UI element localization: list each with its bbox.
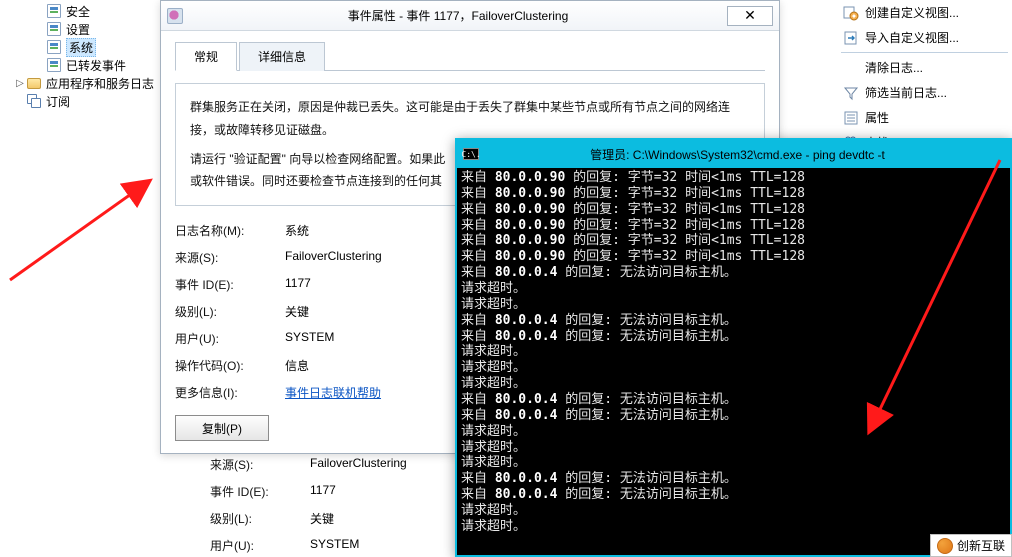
prop-key: 更多信息(I): [175, 384, 285, 401]
dialog-title: 事件属性 - 事件 1177，FailoverClustering [189, 7, 727, 24]
cmd-window: C:\. 管理员: C:\Windows\System32\cmd.exe - … [455, 138, 1012, 557]
filter-icon [843, 85, 859, 101]
svg-text:✦: ✦ [851, 12, 858, 21]
prop-value: SYSTEM [285, 330, 334, 347]
action-create-custom-view[interactable]: ✦ 创建自定义视图... [837, 0, 1012, 25]
action-label: 创建自定义视图... [865, 4, 959, 21]
action-import-custom-view[interactable]: 导入自定义视图... [837, 25, 1012, 50]
log-icon [46, 4, 62, 18]
tree-item-system[interactable]: ▶ 系统 [0, 38, 170, 56]
cmd-titlebar[interactable]: C:\. 管理员: C:\Windows\System32\cmd.exe - … [457, 140, 1010, 168]
log-icon [46, 22, 62, 36]
left-tree: ▶ 安全 ▶ 设置 ▶ 系统 ▶ 已转发事件 ▷ 应用程序和服务日志 订阅 [0, 0, 170, 110]
expander-icon[interactable]: ▷ [14, 78, 26, 89]
tree-label: 应用程序和服务日志 [46, 75, 154, 92]
dialog-icon [167, 8, 183, 24]
tree-label: 设置 [66, 21, 90, 38]
create-view-icon: ✦ [843, 5, 859, 21]
prop-value: 信息 [285, 357, 309, 374]
folder-icon [26, 76, 42, 90]
action-label: 导入自定义视图... [865, 29, 959, 46]
prop-key: 用户(U): [175, 330, 285, 347]
prop-value: 1177 [285, 276, 311, 293]
action-clear-log[interactable]: 清除日志... [837, 55, 1012, 80]
action-label: 属性 [865, 109, 889, 126]
tree-label: 已转发事件 [66, 57, 126, 74]
tree-item-settings[interactable]: ▶ 设置 [0, 20, 170, 38]
watermark: 创新互联 [930, 534, 1012, 557]
watermark-text: 创新互联 [957, 537, 1005, 554]
tree-item-subscriptions[interactable]: 订阅 [0, 92, 170, 110]
desc-line: 群集服务正在关闭，原因是仲裁已丢失。这可能是由于丢失了群集中某些节点或所有节点之… [190, 96, 750, 142]
event-help-link[interactable]: 事件日志联机帮助 [285, 386, 381, 400]
tab-details[interactable]: 详细信息 [239, 42, 325, 71]
prop-key: 用户(U): [176, 537, 286, 554]
tree-item-appservlogs[interactable]: ▷ 应用程序和服务日志 [0, 74, 170, 92]
action-label: 筛选当前日志... [865, 84, 947, 101]
tab-general[interactable]: 常规 [175, 42, 237, 71]
prop-value: FailoverClustering [286, 456, 407, 473]
prop-key: 级别(L): [175, 303, 285, 320]
log-icon [46, 58, 62, 72]
action-properties[interactable]: 属性 [837, 105, 1012, 130]
prop-value: 1177 [286, 483, 336, 500]
tree-label: 安全 [66, 3, 90, 20]
cmd-title: 管理员: C:\Windows\System32\cmd.exe - ping … [485, 146, 1010, 163]
tree-label: 系统 [66, 38, 96, 57]
tree-label: 订阅 [46, 93, 70, 110]
watermark-icon [937, 538, 953, 554]
tree-item-forwarded[interactable]: ▶ 已转发事件 [0, 56, 170, 74]
copy-button[interactable]: 复制(P) [175, 415, 269, 441]
actions-pane: ✦ 创建自定义视图... 导入自定义视图... 清除日志... 筛选当前日志..… [837, 0, 1012, 155]
cmd-icon: C:\. [463, 148, 479, 160]
prop-value: 关键 [285, 303, 309, 320]
prop-key: 来源(S): [175, 249, 285, 266]
prop-value: SYSTEM [286, 537, 359, 554]
tab-strip: 常规 详细信息 [175, 41, 765, 71]
action-label: 清除日志... [865, 59, 923, 76]
prop-key: 来源(S): [176, 456, 286, 473]
prop-value: 系统 [285, 222, 309, 239]
dialog-titlebar[interactable]: 事件属性 - 事件 1177，FailoverClustering ✕ [161, 1, 779, 31]
action-filter-log[interactable]: 筛选当前日志... [837, 80, 1012, 105]
separator [841, 52, 1008, 53]
prop-value: 关键 [286, 510, 334, 527]
close-button[interactable]: ✕ [727, 6, 773, 26]
prop-key: 事件 ID(E): [175, 276, 285, 293]
subscriptions-icon [26, 94, 42, 108]
prop-value: FailoverClustering [285, 249, 382, 266]
prop-key: 级别(L): [176, 510, 286, 527]
log-icon [46, 40, 62, 54]
prop-key: 事件 ID(E): [176, 483, 286, 500]
cmd-output[interactable]: 来自 80.0.0.90 的回复: 字节=32 时间<1ms TTL=128 来… [457, 168, 1010, 555]
prop-key: 操作代码(O): [175, 357, 285, 374]
prop-key: 日志名称(M): [175, 222, 285, 239]
tree-item-security[interactable]: ▶ 安全 [0, 2, 170, 20]
clear-icon [843, 60, 859, 76]
import-view-icon [843, 30, 859, 46]
properties-icon [843, 110, 859, 126]
arrow-left [10, 182, 148, 280]
